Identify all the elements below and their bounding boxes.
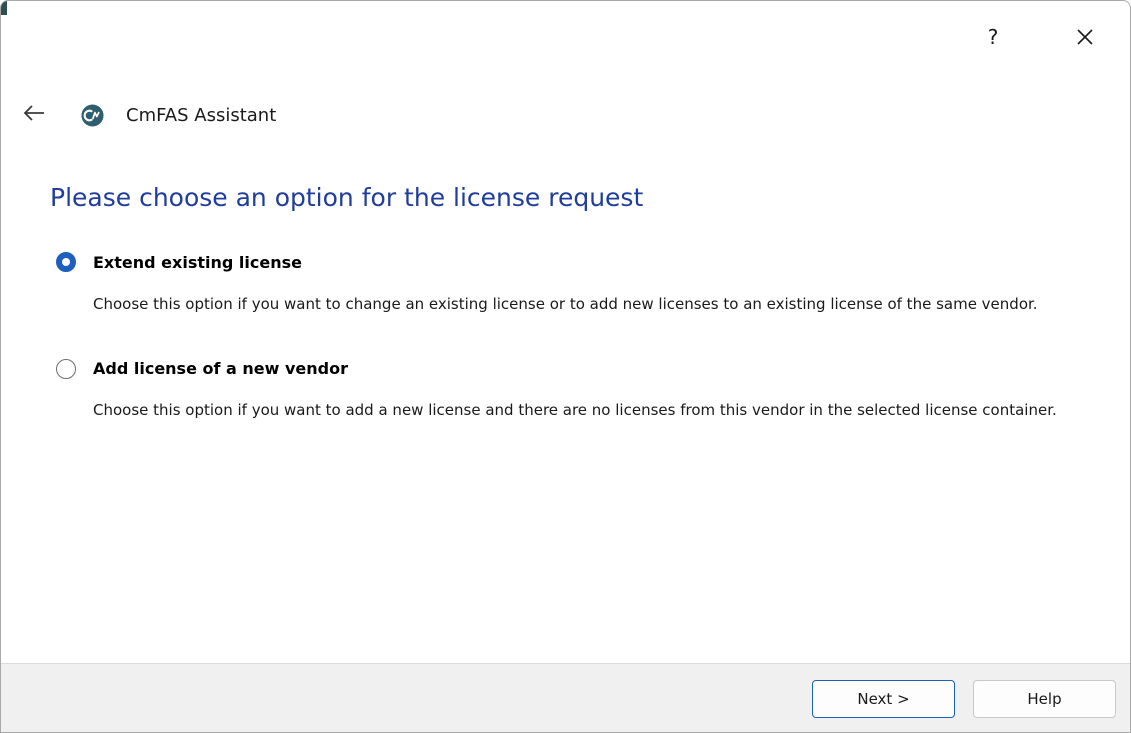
help-glyph: ?: [987, 25, 999, 49]
help-title-button[interactable]: ?: [973, 19, 1013, 55]
help-button[interactable]: Help: [973, 680, 1116, 718]
app-name: CmFAS Assistant: [126, 105, 277, 126]
radio-extend-existing-license[interactable]: [56, 252, 76, 272]
close-icon: [1077, 29, 1093, 45]
next-button[interactable]: Next >: [812, 680, 955, 718]
option-label-extend-existing[interactable]: Extend existing license: [93, 253, 302, 272]
page-title: Please choose an option for the license …: [50, 183, 644, 212]
option-description-extend-existing: Choose this option if you want to change…: [93, 295, 1038, 313]
close-button[interactable]: [1065, 19, 1105, 55]
radio-add-new-vendor[interactable]: [56, 359, 76, 379]
option-label-add-new-vendor[interactable]: Add license of a new vendor: [93, 359, 348, 378]
assistant-window: ? CmFAS Assistant Please choose an optio…: [0, 0, 1131, 733]
cmfas-logo-icon: [81, 104, 104, 127]
footer-bar: Next > Help: [1, 663, 1130, 732]
option-description-add-new-vendor: Choose this option if you want to add a …: [93, 401, 1057, 419]
window-corner-mark: [1, 1, 7, 15]
back-arrow-icon[interactable]: [22, 101, 46, 125]
